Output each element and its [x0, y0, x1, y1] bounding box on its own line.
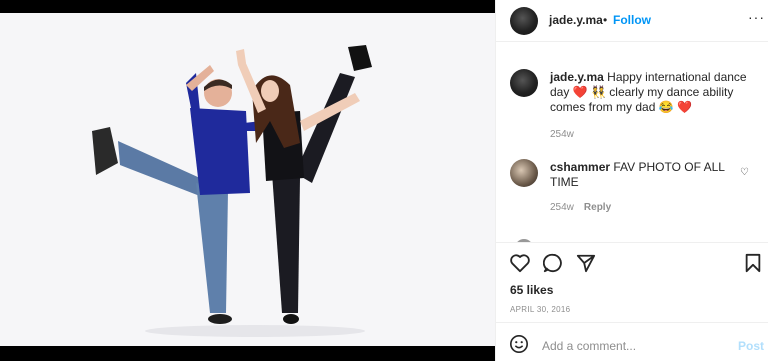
dancers-illustration	[92, 45, 372, 337]
photo-image	[0, 13, 495, 346]
emoji-smiley-icon[interactable]	[509, 334, 529, 359]
post-date[interactable]: APRIL 30, 2016	[510, 305, 570, 314]
follow-button[interactable]: Follow	[613, 13, 651, 27]
author-username[interactable]: jade.y.ma	[549, 13, 603, 27]
like-comment-heart-icon[interactable]: ♡	[740, 167, 749, 178]
dancers-emoji: 👯	[591, 85, 606, 99]
commenter-username[interactable]: cshammer	[550, 160, 610, 174]
add-comment-bar: Add a comment... Post	[496, 322, 768, 361]
comment-meta: 254w Reply	[550, 202, 611, 213]
reply-button[interactable]: Reply	[584, 202, 611, 213]
caption-avatar[interactable]	[510, 69, 538, 97]
save-bookmark-icon[interactable]	[744, 253, 762, 278]
post-comment-button[interactable]: Post	[738, 339, 764, 353]
post-actions: 65 likes APRIL 30, 2016	[496, 242, 768, 320]
comment-time[interactable]: 254w	[550, 202, 574, 213]
heart-emoji-2: ❤️	[677, 100, 692, 114]
likes-count[interactable]: 65 likes	[510, 283, 553, 297]
commenter-avatar[interactable]	[510, 159, 538, 187]
more-options-icon[interactable]: ···	[748, 9, 765, 25]
comment-input[interactable]: Add a comment...	[542, 339, 636, 353]
post-sidebar: jade.y.ma • Follow ··· jade.y.ma Happy i…	[495, 0, 768, 361]
heart-emoji: ❤️	[572, 85, 588, 99]
post-photo[interactable]	[0, 0, 495, 361]
comments-list[interactable]: jade.y.ma Happy international dance day …	[496, 43, 768, 242]
caption-username[interactable]: jade.y.ma	[550, 70, 604, 84]
header-separator: •	[603, 13, 608, 27]
comment-item-partial	[510, 235, 760, 242]
post-header: jade.y.ma • Follow ···	[496, 0, 768, 42]
comment-text: cshammer FAV PHOTO OF ALL TIME	[550, 160, 750, 190]
caption-text: jade.y.ma Happy international dance day …	[550, 70, 750, 115]
caption-time[interactable]: 254w	[550, 129, 574, 140]
comment-bubble-icon[interactable]	[542, 253, 563, 278]
author-avatar[interactable]	[510, 7, 538, 35]
laugh-emoji: 😂	[658, 100, 674, 114]
share-paper-plane-icon[interactable]	[576, 253, 596, 278]
like-heart-icon[interactable]	[509, 253, 531, 278]
